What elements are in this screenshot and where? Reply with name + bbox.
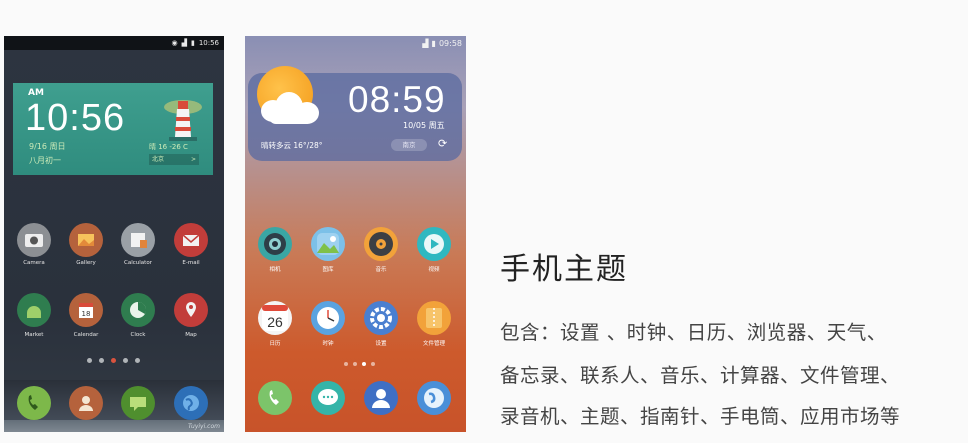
description-line-1: 包含：设置 、时钟、日历、浏览器、天气、 — [500, 321, 887, 344]
phone-screenshot-2: ▟ ▮ 09:58 08:59 10/05 周五 晴转多云 16°/28° 南京… — [245, 36, 466, 432]
page-dot[interactable] — [135, 358, 140, 363]
phone-screenshot-1: ◉ ▟ ▮ 10:56 AM 10:56 9/16 周日 八月初一 晴 16 -… — [4, 36, 224, 432]
app-label-clock: Clock — [130, 332, 146, 338]
app-label-clock: 时钟 — [322, 341, 334, 347]
status-time: 09:58 — [438, 38, 462, 48]
status-bar: ▟ ▮ 09:58 — [245, 36, 466, 50]
clock-time: 08:59 — [348, 79, 446, 120]
app-label-settings: 设置 — [375, 341, 387, 347]
gallery-app-icon[interactable] — [311, 227, 345, 261]
signal-icon: ▟ — [181, 39, 187, 47]
lunar-date: 八月初一 — [29, 156, 61, 165]
page-dot[interactable] — [371, 362, 375, 366]
messages-app-icon[interactable] — [121, 386, 155, 420]
description-line-2: 备忘录、联系人、音乐、计算器、文件管理、 — [500, 364, 901, 387]
email-app-icon[interactable] — [174, 223, 208, 257]
wifi-icon: ◉ — [171, 39, 178, 47]
app-label-file-manager: 文件管理 — [422, 341, 445, 347]
page-dot-active[interactable] — [111, 358, 116, 363]
city-selector[interactable]: 北京 > — [149, 154, 199, 165]
market-app-icon[interactable] — [17, 293, 51, 327]
camera-app-icon[interactable] — [17, 223, 51, 257]
calculator-app-icon[interactable] — [121, 223, 155, 257]
clock-date: 10/05 周五 — [403, 121, 445, 130]
calendar-app-icon[interactable]: 18 — [69, 293, 103, 327]
page-indicator[interactable] — [344, 362, 375, 366]
page-dot-active[interactable] — [362, 362, 366, 366]
signal-icon: ▟ — [422, 38, 429, 48]
calendar-app-icon[interactable]: 26 — [258, 301, 292, 335]
page-dot[interactable] — [99, 358, 104, 363]
app-label-camera: Camera — [23, 260, 45, 266]
page-dot[interactable] — [353, 362, 357, 366]
weather-text: 晴转多云 16°/28° — [261, 141, 323, 150]
app-label-calendar: 日历 — [269, 341, 281, 347]
camera-app-icon[interactable] — [258, 227, 292, 261]
app-label-gallery: Gallery — [76, 260, 96, 266]
page-dot[interactable] — [344, 362, 348, 366]
contacts-app-icon[interactable] — [364, 381, 398, 415]
app-label-market: Market — [24, 332, 44, 338]
status-time: 10:56 — [198, 39, 219, 47]
lighthouse-icon — [164, 100, 202, 141]
page-dot[interactable] — [123, 358, 128, 363]
description-line-3: 录音机、主题、指南针、手电筒、应用市场等 — [500, 405, 901, 428]
clock-app-icon[interactable] — [311, 301, 345, 335]
contacts-app-icon[interactable] — [69, 386, 103, 420]
watermark: Tuyiyi.com — [187, 423, 220, 430]
calendar-day-number: 18 — [82, 310, 91, 318]
weather-text: 晴 16 -26 C — [149, 143, 188, 151]
page-dot[interactable] — [87, 358, 92, 363]
city-selector[interactable]: 南京 — [391, 139, 427, 151]
app-label-video: 视频 — [428, 267, 440, 273]
refresh-icon[interactable]: ⟳ — [438, 137, 447, 150]
dock: Tuyiyi.com — [4, 380, 224, 432]
battery-icon: ▮ — [431, 38, 436, 48]
calendar-day-number: 26 — [267, 314, 283, 330]
settings-app-icon[interactable] — [364, 301, 398, 335]
app-label-calendar: Calendar — [73, 332, 99, 338]
app-label-map: Map — [185, 332, 197, 338]
map-app-icon[interactable] — [174, 293, 208, 327]
city-name: 北京 — [152, 156, 165, 163]
app-label-gallery: 图库 — [322, 267, 334, 273]
browser-app-icon[interactable] — [417, 381, 451, 415]
video-app-icon[interactable] — [417, 227, 451, 261]
status-bar: ◉ ▟ ▮ 10:56 — [4, 36, 224, 50]
gallery-app-icon[interactable] — [69, 223, 103, 257]
page-indicator[interactable] — [87, 358, 140, 363]
clock-time: 10:56 — [25, 97, 126, 139]
phone-app-icon[interactable] — [17, 386, 51, 420]
app-label-calculator: Calculator — [124, 260, 152, 266]
app-label-camera: 相机 — [269, 267, 281, 273]
browser-app-icon[interactable] — [174, 386, 208, 420]
phone-app-icon[interactable] — [258, 381, 292, 415]
clock-date: 9/16 周日 — [29, 142, 66, 151]
file-manager-app-icon[interactable] — [417, 301, 451, 335]
music-app-icon[interactable] — [364, 227, 398, 261]
chevron-right-icon: > — [190, 156, 196, 163]
clock-widget[interactable]: AM 10:56 9/16 周日 八月初一 晴 16 -26 C 北京 > — [13, 83, 213, 175]
battery-icon: ▮ — [190, 39, 195, 47]
clock-app-icon[interactable] — [121, 293, 155, 327]
app-label-email: E-mail — [182, 260, 200, 266]
page-title: 手机主题 — [500, 252, 628, 287]
app-label-music: 音乐 — [375, 267, 387, 273]
messages-app-icon[interactable] — [311, 381, 345, 415]
